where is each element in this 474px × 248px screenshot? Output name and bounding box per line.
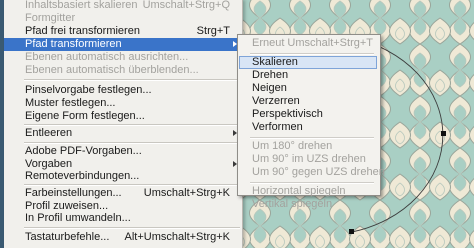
menu-item-shortcut: Strg+T	[196, 25, 230, 37]
menu-item-shortcut: Umschalt+Strg+Q	[142, 0, 230, 11]
menu-item-label: Neigen	[252, 82, 287, 94]
menu-separator	[250, 137, 374, 139]
menu-item-label: Drehen	[252, 69, 289, 81]
menu-separator	[24, 142, 240, 144]
menu-item-label: Farbeinstellungen...	[25, 187, 122, 199]
menu-item-define-brush-preset[interactable]: Pinselvorgabe festlegen...	[4, 84, 242, 97]
submenu-item-scale[interactable]: Skalieren	[239, 56, 377, 69]
menu-separator	[250, 53, 374, 55]
menu-item-label: Ebenen automatisch ausrichten...	[25, 51, 189, 63]
menu-item-puppet-warp[interactable]: Formgitter	[4, 12, 242, 25]
submenu-item-rotate-180[interactable]: Um 180° drehen	[239, 140, 377, 153]
menu-item-label: Perspektivisch	[252, 108, 323, 120]
menu-item-label: Vertikal spiegeln	[252, 198, 333, 210]
menu-item-label: Entleeren	[25, 127, 73, 139]
menu-item-content-aware-scale[interactable]: Inhaltsbasiert skalieren Umschalt+Strg+Q	[4, 0, 242, 12]
menu-item-auto-blend-layers[interactable]: Ebenen automatisch überblenden...	[4, 64, 242, 77]
menu-item-purge[interactable]: Entleeren	[4, 127, 242, 140]
menu-item-color-settings[interactable]: Farbeinstellungen... Umschalt+Strg+K	[4, 187, 242, 200]
menu-item-auto-align-layers[interactable]: Ebenen automatisch ausrichten...	[4, 51, 242, 64]
menu-item-label: Pfad transformieren	[25, 38, 122, 50]
transform-handle-bottom[interactable]	[349, 229, 354, 234]
menu-item-label: Erneut	[252, 37, 285, 49]
menu-item-label: Inhaltsbasiert skalieren	[25, 0, 138, 11]
menu-separator	[24, 79, 240, 81]
menu-item-keyboard-shortcuts[interactable]: Tastaturbefehle... Alt+Umschalt+Strg+K	[4, 231, 242, 244]
menu-item-label: Skalieren	[252, 56, 298, 68]
menu-item-define-custom-shape[interactable]: Eigene Form festlegen...	[4, 110, 242, 123]
menu-item-shortcut: Alt+Umschalt+Strg+K	[124, 231, 230, 243]
submenu-item-skew[interactable]: Neigen	[239, 82, 377, 95]
submenu-item-rotate[interactable]: Drehen	[239, 69, 377, 82]
submenu-item-again[interactable]: Erneut Umschalt+Strg+T	[239, 37, 377, 50]
menu-item-label: Pfad frei transformieren	[25, 25, 140, 37]
menu-item-label: Horizontal spiegeln	[252, 185, 346, 197]
menu-item-label: Remoteverbindungen...	[25, 170, 140, 182]
menu-item-shortcut: Umschalt+Strg+T	[287, 37, 373, 49]
menu-separator	[24, 184, 240, 186]
menu-item-convert-to-profile[interactable]: In Profil umwandeln...	[4, 212, 242, 225]
submenu-item-distort[interactable]: Verzerren	[239, 95, 377, 108]
menu-item-shortcut: Umschalt+Strg+K	[143, 187, 230, 199]
transform-handle-right[interactable]	[441, 131, 446, 136]
menu-item-label: Ebenen automatisch überblenden...	[25, 64, 199, 76]
submenu-item-rotate-90-cw[interactable]: Um 90° im UZS drehen	[239, 153, 377, 166]
menu-item-label: Formgitter	[25, 12, 76, 24]
menu-item-label: Eigene Form festlegen...	[25, 110, 145, 122]
menu-item-label: Um 90° im UZS drehen	[252, 153, 366, 165]
menu-item-adobe-pdf-presets[interactable]: Adobe PDF-Vorgaben...	[4, 145, 242, 158]
submenu-item-flip-vertical[interactable]: Vertikal spiegeln	[239, 198, 377, 211]
menu-separator	[24, 124, 240, 126]
submenu-item-perspective[interactable]: Perspektivisch	[239, 108, 377, 121]
menu-item-label: Verformen	[252, 121, 303, 133]
menu-separator	[250, 182, 374, 184]
submenu-item-warp[interactable]: Verformen	[239, 121, 377, 134]
menu-item-label: Um 90° gegen UZS drehen	[252, 166, 385, 178]
menu-item-label: In Profil umwandeln...	[25, 212, 131, 224]
menu-item-define-pattern[interactable]: Muster festlegen...	[4, 97, 242, 110]
menu-item-label: Adobe PDF-Vorgaben...	[25, 145, 142, 157]
menu-item-label: Muster festlegen...	[25, 97, 116, 109]
menu-item-label: Pinselvorgabe festlegen...	[25, 84, 152, 96]
menu-item-label: Tastaturbefehle...	[25, 231, 110, 243]
menu-separator	[24, 227, 240, 229]
menu-item-label: Verzerren	[252, 95, 300, 107]
submenu-item-flip-horizontal[interactable]: Horizontal spiegeln	[239, 185, 377, 198]
edit-menu: Inhaltsbasiert skalieren Umschalt+Strg+Q…	[4, 0, 243, 248]
transform-path-submenu: Erneut Umschalt+Strg+T Skalieren Drehen …	[237, 34, 385, 210]
menu-item-remote-connections[interactable]: Remoteverbindungen...	[4, 170, 242, 183]
menu-item-transform-path[interactable]: Pfad transformieren	[4, 38, 242, 51]
submenu-item-rotate-90-ccw[interactable]: Um 90° gegen UZS drehen	[239, 166, 385, 179]
menu-item-label: Um 180° drehen	[252, 140, 333, 152]
menu-item-free-transform-path[interactable]: Pfad frei transformieren Strg+T	[4, 25, 242, 38]
